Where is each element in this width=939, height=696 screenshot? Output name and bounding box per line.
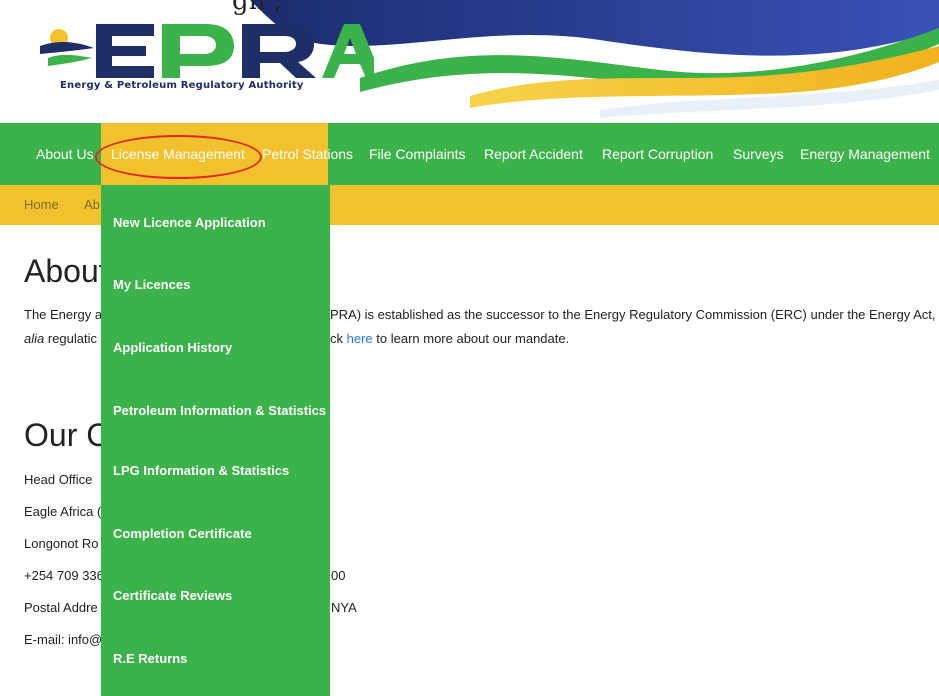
contact-postal-tail: NYA [331,600,357,615]
contact-building: Eagle Africa ( [24,504,102,519]
nav-energy-management[interactable]: Energy Management [800,123,930,185]
breadcrumb-home[interactable]: Home [24,185,59,225]
dropdown-my-licences[interactable]: My Licences [113,277,190,292]
about-paragraph-line1-right: PRA) is established as the successor to … [330,307,936,322]
site-header: gn , Energy & Petroleum Regulatory Autho… [0,0,939,122]
nav-petrol-stations[interactable]: Petrol Stations [262,123,353,185]
nav-file-complaints[interactable]: File Complaints [369,123,465,185]
dropdown-lpg-information-statistics[interactable]: LPG Information & Statistics [113,463,289,478]
dropdown-petroleum-information-statistics[interactable]: Petroleum Information & Statistics [113,403,326,418]
nav-about-us[interactable]: About Us [36,123,94,185]
dropdown-re-returns[interactable]: R.E Returns [113,651,187,666]
mandate-link[interactable]: here [347,331,373,346]
main-navbar: About Us License Management Petrol Stati… [0,123,939,185]
about-paragraph-line1-left: The Energy a [24,307,103,322]
dropdown-new-licence-application[interactable]: New Licence Application [113,215,266,230]
contact-phone: +254 709 336 [24,568,104,583]
line2-left-rest: regulatic [44,331,97,346]
logo-subtitle: Energy & Petroleum Regulatory Authority [60,80,304,91]
dropdown-application-history[interactable]: Application History [113,340,232,355]
line2-prefix: ck [330,331,347,346]
nav-report-accident[interactable]: Report Accident [484,123,583,185]
line2-suffix: to learn more about our mandate. [372,331,570,346]
about-paragraph-line2-right: ck here to learn more about our mandate. [330,331,569,346]
about-heading: About [24,253,108,289]
contact-head-office: Head Office [24,472,93,487]
italic-alia: alia [24,331,45,346]
nav-report-corruption[interactable]: Report Corruption [602,123,713,185]
dropdown-completion-certificate[interactable]: Completion Certificate [113,526,252,541]
license-management-dropdown: New Licence Application My Licences Appl… [101,185,330,696]
dropdown-certificate-reviews[interactable]: Certificate Reviews [113,588,232,603]
contact-heading: Our C [24,417,110,453]
contact-road: Longonot Ro [24,536,99,551]
about-paragraph-line2-left: alia regulatic [24,331,97,346]
contact-email: E-mail: info@ [24,632,103,647]
nav-surveys[interactable]: Surveys [733,123,784,185]
contact-phone-tail: 00 [331,568,346,583]
contact-postal: Postal Addre [24,600,98,615]
breadcrumb-current: Ab [84,197,100,212]
